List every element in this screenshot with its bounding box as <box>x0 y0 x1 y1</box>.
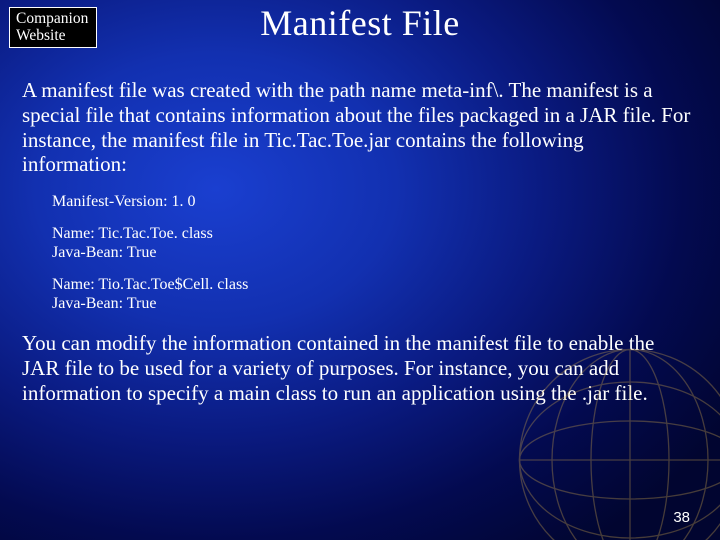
slide: Companion Website Manifest File A manife… <box>0 0 720 540</box>
manifest-code-block: Manifest-Version: 1. 0 Name: Tic.Tac.Toe… <box>52 193 692 313</box>
outro-paragraph: You can modify the information contained… <box>22 331 692 405</box>
manifest-entry-1: Name: Tic.Tac.Toe. class Java-Bean: True <box>52 225 692 262</box>
manifest-entry-2: Name: Tio.Tac.Toe$Cell. class Java-Bean:… <box>52 276 692 313</box>
manifest-entry-1-name: Name: Tic.Tac.Toe. class <box>52 225 692 243</box>
manifest-entry-2-bean: Java-Bean: True <box>52 295 692 313</box>
manifest-version-group: Manifest-Version: 1. 0 <box>52 193 692 211</box>
page-number: 38 <box>673 509 690 526</box>
slide-title: Manifest File <box>0 2 720 44</box>
slide-body: A manifest file was created with the pat… <box>22 78 692 413</box>
manifest-entry-1-bean: Java-Bean: True <box>52 244 692 262</box>
manifest-entry-2-name: Name: Tio.Tac.Toe$Cell. class <box>52 276 692 294</box>
manifest-version-line: Manifest-Version: 1. 0 <box>52 193 692 211</box>
intro-paragraph: A manifest file was created with the pat… <box>22 78 692 177</box>
